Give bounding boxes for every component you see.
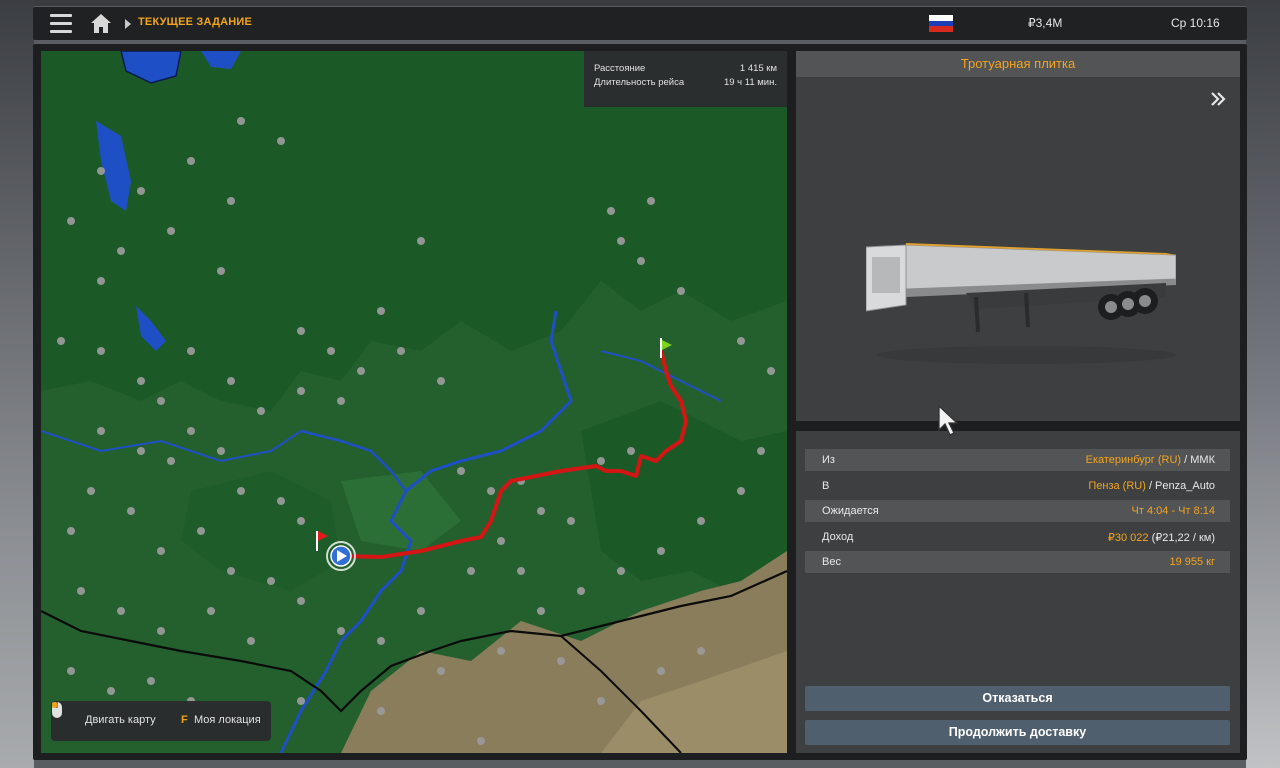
top-bar: ТЕКУЩЕЕ ЗАДАНИЕ ₽3,4М Ср 10:16 xyxy=(33,7,1247,40)
detail-row-eta: Ожидается Чт 4:04 - Чт 8:14 xyxy=(805,500,1230,522)
mouse-cursor-icon xyxy=(938,404,959,436)
eta-value: Чт 4:04 - Чт 8:14 xyxy=(1131,505,1215,517)
move-map-hint[interactable]: Двигать карту xyxy=(85,714,156,726)
my-location-hint[interactable]: Моя локация xyxy=(194,714,261,726)
location-key-hint: F xyxy=(181,714,188,726)
to-label: В xyxy=(822,480,830,492)
duration-label: Длительность рейса xyxy=(594,77,685,88)
breadcrumb-chevron-icon xyxy=(125,19,131,29)
job-details-panel: Из Екатеринбург (RU) / ММК В Пенза (RU) … xyxy=(796,431,1240,753)
distance-label: Расстояние xyxy=(594,63,646,74)
weight-label: Вес xyxy=(822,556,841,568)
mouse-icon xyxy=(52,702,62,718)
income-label: Доход xyxy=(822,531,854,543)
background-top xyxy=(0,0,1280,6)
main-panel: Расстояние 1 415 км Длительность рейса 1… xyxy=(33,44,1247,760)
trailer-preview-image xyxy=(866,243,1176,364)
continue-delivery-button[interactable]: Продолжить доставку xyxy=(805,720,1230,745)
next-arrows-icon[interactable] xyxy=(1210,92,1226,106)
from-company: / ММК xyxy=(1181,454,1215,466)
decline-button[interactable]: Отказаться xyxy=(805,686,1230,711)
background-right xyxy=(1246,0,1280,768)
background-left xyxy=(0,0,34,768)
detail-row-to: В Пенза (RU) / Penza_Auto xyxy=(805,475,1230,497)
duration-value: 19 ч 11 мин. xyxy=(723,77,777,88)
eta-label: Ожидается xyxy=(822,505,879,517)
route-map[interactable]: Расстояние 1 415 км Длительность рейса 1… xyxy=(41,51,787,753)
route-info-box: Расстояние 1 415 км Длительность рейса 1… xyxy=(584,51,787,107)
from-label: Из xyxy=(822,454,835,466)
income-value: ₽30 022 xyxy=(1107,532,1149,544)
detail-row-income: Доход ₽30 022 (₽21,22 / км) xyxy=(805,526,1230,548)
map-controls-hint: Двигать карту F Моя локация xyxy=(51,701,271,741)
player-truck-icon xyxy=(326,541,356,571)
distance-value: 1 415 км xyxy=(739,63,777,74)
game-clock: Ср 10:16 xyxy=(1171,16,1220,30)
flag-russia-icon[interactable] xyxy=(929,15,953,32)
cargo-preview-panel: Тротуарная плитка xyxy=(796,51,1240,421)
breadcrumb: ТЕКУЩЕЕ ЗАДАНИЕ xyxy=(138,16,253,28)
map-graphic[interactable] xyxy=(41,51,787,753)
detail-row-weight: Вес 19 955 кг xyxy=(805,551,1230,573)
menu-icon[interactable] xyxy=(50,14,72,33)
to-city: Пенза (RU) xyxy=(1088,480,1146,492)
weight-value: 19 955 кг xyxy=(1169,556,1215,568)
detail-row-from: Из Екатеринбург (RU) / ММК xyxy=(805,449,1230,471)
from-city: Екатеринбург (RU) xyxy=(1085,454,1182,466)
money-balance: ₽3,4М xyxy=(1028,16,1063,30)
cargo-title: Тротуарная плитка xyxy=(796,51,1240,77)
income-rate: (₽21,22 / км) xyxy=(1148,532,1215,544)
home-icon[interactable] xyxy=(90,13,112,34)
to-company: / Penza_Auto xyxy=(1145,480,1215,492)
